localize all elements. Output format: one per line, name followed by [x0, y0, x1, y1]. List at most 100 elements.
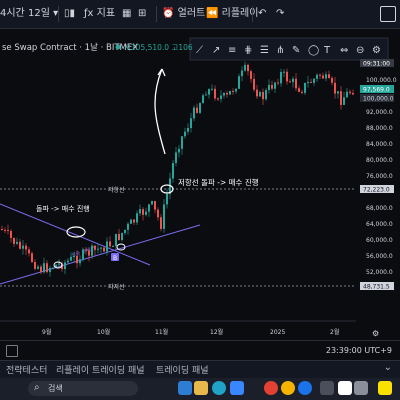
timeframe-left-label[interactable]: 4시간	[0, 6, 25, 22]
hline-tool-icon[interactable]: ≡	[228, 45, 236, 56]
candle-body	[178, 148, 180, 153]
candle-body	[259, 92, 261, 97]
maximize-icon[interactable]	[380, 6, 396, 22]
breakout-annotation: 저항선 돌파 -> 매수 진행	[178, 177, 259, 187]
app-icon[interactable]	[320, 381, 334, 395]
divider	[58, 6, 59, 22]
edge-icon[interactable]	[212, 381, 226, 395]
candle-body	[298, 88, 300, 92]
calendar-icon[interactable]	[6, 345, 18, 357]
price-tick: 60,000.0	[366, 237, 393, 244]
candle-body	[310, 81, 312, 83]
tradingview-icon[interactable]	[338, 381, 352, 395]
candle-body	[94, 245, 96, 250]
indicators-button[interactable]: ƒx 지표	[84, 6, 115, 22]
candle-body	[67, 260, 69, 263]
candle-body	[241, 70, 243, 77]
price-tick: 84,000.0	[366, 141, 393, 148]
market-status-dot	[115, 44, 121, 50]
price-chart[interactable]: ⟋ ↗ ≡ ⋕ ☰ ⋔ ✎ ◯ T ⇔ ⊖ ⚙ se Swap Contract…	[0, 29, 400, 340]
timeframe-button[interactable]: 12일 ▾	[28, 6, 58, 22]
collapse-icon[interactable]: ⌄	[384, 362, 392, 373]
chrome-icon-2[interactable]	[281, 381, 295, 395]
price-tick: 100,000.0	[366, 77, 397, 84]
candle-body	[187, 128, 189, 132]
ray-tool-icon[interactable]: ↗	[212, 45, 220, 56]
pitchfork-tool-icon[interactable]: ⋔	[276, 45, 284, 56]
time-tick: 9월	[42, 328, 51, 336]
chrome-icon[interactable]	[264, 381, 278, 395]
clock-readout[interactable]: 23:39:00 UTC+9	[326, 346, 392, 355]
trendline-tool-icon[interactable]: ⟋	[196, 45, 203, 56]
candle-body	[229, 90, 231, 95]
kakaotalk-icon[interactable]	[378, 381, 392, 395]
candle-body	[118, 233, 120, 240]
channel-tool-icon[interactable]: ⋕	[244, 45, 252, 56]
layout-icon[interactable]: ▦	[122, 6, 131, 22]
mail-icon[interactable]	[178, 381, 192, 395]
brush-tool-icon[interactable]: ✎	[292, 45, 300, 56]
candle-body	[133, 219, 135, 223]
candle-body	[295, 78, 297, 89]
candle-body	[292, 78, 294, 83]
candle-body	[43, 263, 45, 273]
price-badge-secondary-label: 100,000.0	[363, 96, 394, 103]
settings-tool-icon[interactable]: ⚙	[372, 45, 381, 56]
candle-body	[22, 245, 24, 249]
alert-button[interactable]: ⏰ 얼러트	[162, 6, 205, 22]
axis-settings-icon[interactable]: ⚙	[372, 329, 379, 338]
price-tick: 64,000.0	[366, 221, 393, 228]
candle-body	[334, 82, 336, 94]
candle-body	[100, 247, 102, 249]
fib-tool-icon[interactable]: ☰	[260, 45, 269, 56]
shapes-tool-icon[interactable]: ◯	[308, 45, 319, 56]
redo-button[interactable]: ↷	[276, 6, 284, 22]
candle-body	[172, 162, 174, 179]
candle-body	[46, 263, 48, 273]
candle-body	[28, 249, 30, 254]
text-tool-icon[interactable]: T	[323, 45, 331, 56]
candle-body	[70, 256, 72, 261]
candle-body	[262, 92, 264, 100]
candle-body	[79, 259, 81, 264]
candle-body	[211, 88, 213, 90]
store-icon[interactable]	[230, 381, 244, 395]
resistance-price-label: 72,223.0	[363, 187, 390, 194]
time-tick: 2월	[330, 328, 339, 336]
candle-body	[307, 81, 309, 83]
time-tick: 11월	[155, 328, 168, 336]
candle-body	[10, 230, 12, 238]
measure-tool-icon[interactable]: ⇔	[340, 45, 348, 56]
candle-body	[196, 107, 198, 113]
search-placeholder: 검색	[48, 384, 63, 393]
candle-body	[286, 71, 288, 82]
candle-body	[184, 131, 186, 137]
chrome-icon-3[interactable]	[298, 381, 312, 395]
search-box[interactable]: ⌕ 검색	[28, 381, 138, 396]
candle-body	[19, 241, 21, 249]
time-badge-label: 09:31:00	[363, 61, 390, 68]
candle-body	[280, 72, 282, 84]
app-icon-2[interactable]	[354, 381, 368, 395]
bar-style-icon[interactable]: ▯▮	[64, 6, 75, 22]
candle-body	[238, 76, 240, 89]
candle-body	[217, 98, 219, 100]
replay-button[interactable]: ⏪ 리플레이	[206, 6, 258, 22]
tab-strategy-tester[interactable]: 전략테스터	[6, 363, 47, 376]
tab-replay-trading-panel[interactable]: 리플레이 트레이딩 패널	[56, 363, 145, 376]
time-tick: 10월	[97, 328, 110, 336]
lock-tool-icon[interactable]: ⊖	[356, 45, 364, 56]
candle-body	[160, 217, 162, 229]
undo-button[interactable]: ↶	[258, 6, 266, 22]
candle-body	[205, 94, 207, 96]
candle-body	[151, 200, 153, 205]
price-axis[interactable]: 100,000.0 92,000.0 88,000.0 84,000.0 80,…	[356, 59, 400, 340]
chart-pane[interactable]: ⟋ ↗ ≡ ⋕ ☰ ⋔ ✎ ◯ T ⇔ ⊖ ⚙ se Swap Contract…	[0, 29, 400, 340]
candle-body	[52, 267, 54, 269]
candle-body	[31, 253, 33, 263]
tab-trading-panel[interactable]: 트레이딩 패널	[156, 363, 209, 376]
folder-icon[interactable]	[194, 381, 208, 395]
price-tick: 92,000.0	[366, 109, 393, 116]
templates-icon[interactable]: ⊞	[138, 6, 146, 22]
current-price-label: 97,569.0	[363, 87, 390, 94]
